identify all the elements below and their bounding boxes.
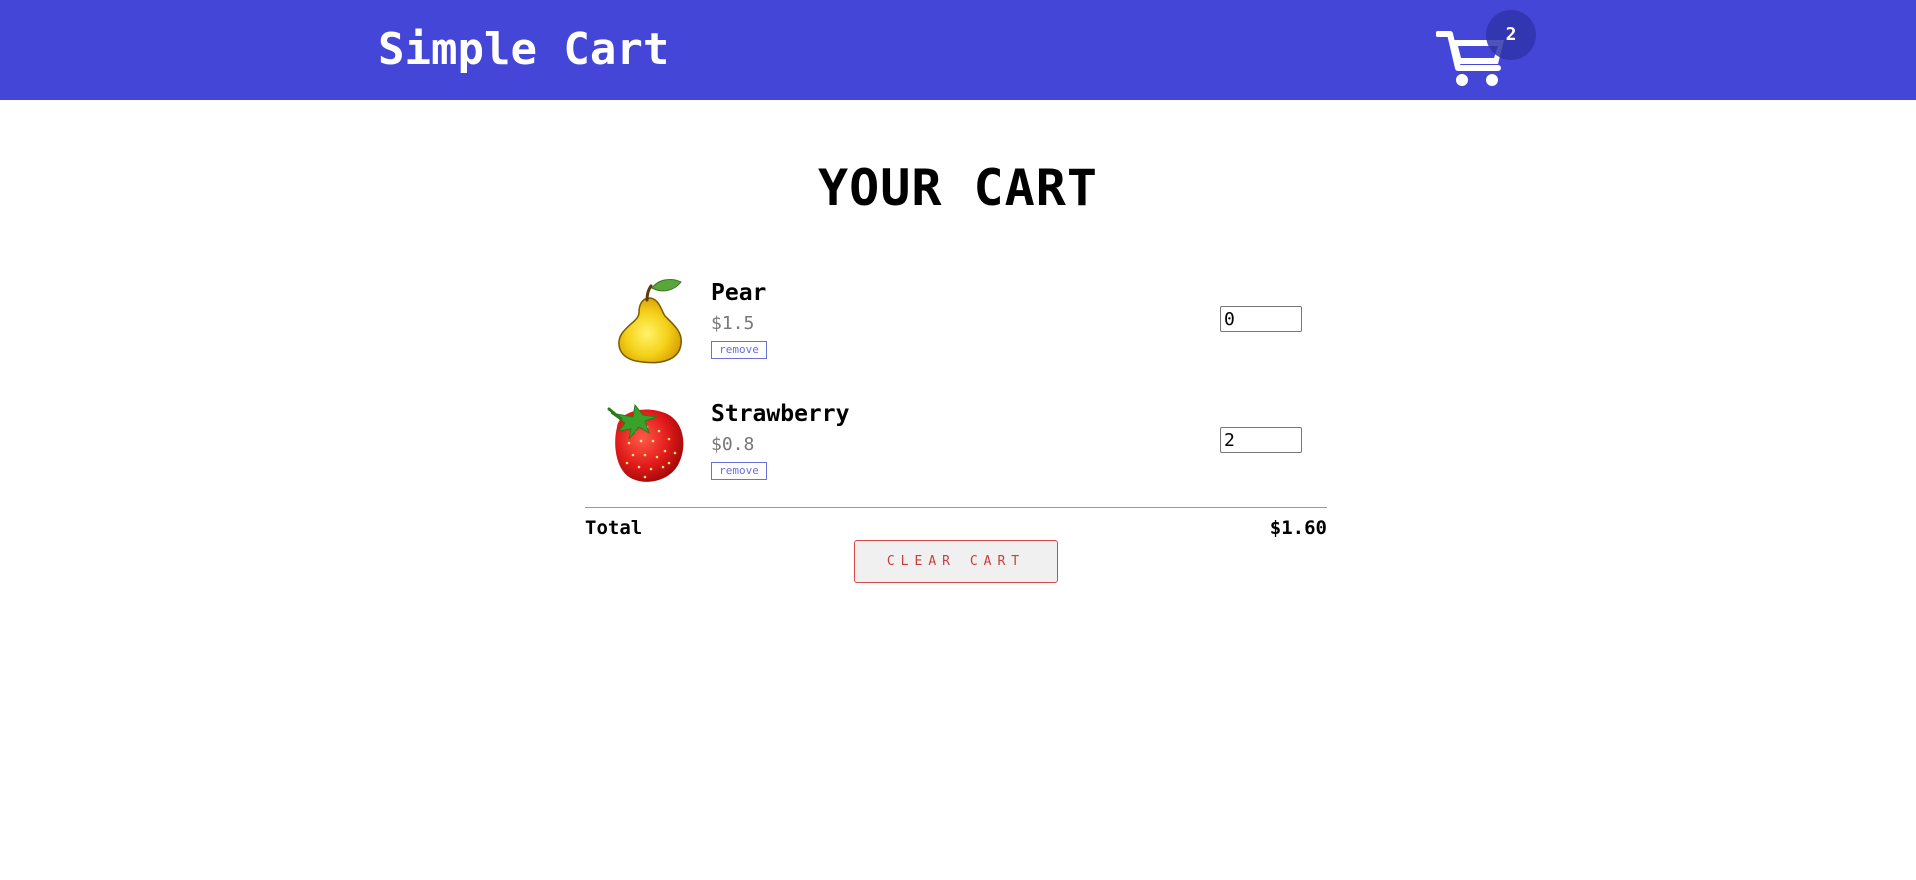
- total-label: Total: [585, 517, 643, 539]
- quantity-input[interactable]: [1220, 427, 1302, 453]
- quantity-input[interactable]: [1220, 306, 1302, 332]
- item-name: Pear: [711, 280, 767, 306]
- remove-button[interactable]: remove: [711, 341, 767, 359]
- divider: [585, 507, 1327, 508]
- item-price: $1.5: [711, 313, 755, 334]
- cart-item-strawberry: Strawberry $0.8 remove: [585, 391, 1327, 512]
- item-price: $0.8: [711, 434, 755, 455]
- item-name: Strawberry: [711, 401, 850, 427]
- pear-icon: [618, 279, 682, 364]
- cart-count-badge: 2: [1486, 10, 1536, 60]
- cart-button[interactable]: 2: [1434, 10, 1538, 90]
- remove-button[interactable]: remove: [711, 462, 767, 480]
- total-value: $1.60: [1269, 517, 1327, 539]
- brand-title[interactable]: Simple Cart: [378, 22, 669, 78]
- cart-list: Pear $1.5 remove 0 Strawberry $0.8 remov…: [585, 270, 1327, 512]
- strawberry-icon: [607, 403, 684, 482]
- clear-cart-button[interactable]: CLEAR CART: [854, 540, 1058, 583]
- cart-item-pear: Pear $1.5 remove: [585, 270, 1327, 391]
- page-title: YOUR CART: [818, 159, 1098, 217]
- navbar: Simple Cart 2: [0, 0, 1916, 100]
